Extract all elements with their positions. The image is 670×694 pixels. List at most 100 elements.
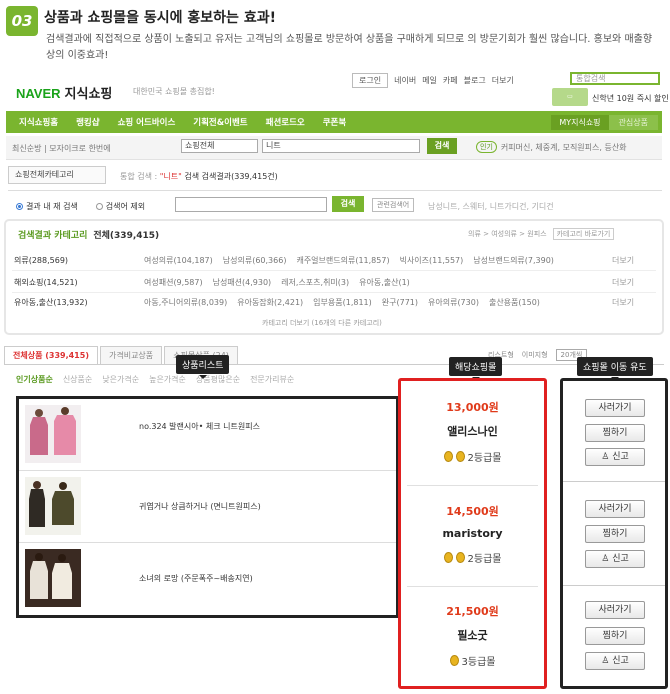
category-item[interactable]: 유아동잡화(2,421) [237,297,313,308]
product-thumbnail[interactable] [25,405,81,463]
related-keyword-label: 관련검색어 [372,198,415,212]
promo-banner-icon[interactable]: ▭ [552,88,588,106]
product-name[interactable]: no.324 발랜시아• 체크 니트원피스 [139,421,260,432]
wish-button[interactable]: 찜하기 [585,627,645,645]
category-item[interactable]: 유아의류(730) [428,297,489,308]
search-input[interactable]: 니트 [262,139,420,153]
more-categories-link[interactable]: 카테고리 더보기 (16개의 다른 카테고리) [262,318,382,328]
category-item[interactable]: 캐주얼브랜드의류(11,857) [296,255,399,266]
sort-low-price[interactable]: 낮은가격순 [102,374,139,385]
category-item[interactable]: 여성의류(104,187) [144,255,223,266]
nav-item-advice[interactable]: 쇼핑 어드바이스 [109,116,185,128]
wish-button[interactable]: 찜하기 [585,424,645,442]
product-name[interactable]: 소녀의 로망 (주문폭주~배송지연) [139,573,253,584]
radio-refine-within[interactable]: 결과 내 재 검색 [16,201,78,212]
category-shortcut-button[interactable]: 카테고리 바로가기 [552,228,615,240]
product-row[interactable]: no.324 발랜시아• 체크 니트원피스 [19,399,396,471]
buy-button[interactable]: 사러가기 [585,500,645,518]
category-item[interactable]: 남성패션(4,930) [213,277,282,288]
medal-icon [455,451,465,462]
recent-searches[interactable]: 최신순방 | 모자이크로 한번에 [12,143,111,154]
report-button[interactable]: ♙ 신고 [585,448,645,466]
sort-high-price[interactable]: 높은가격순 [149,374,186,385]
wishlist-button[interactable]: 관심상품 [608,114,658,130]
related-keywords[interactable]: 남성니트, 스웨터, 니트가디건, 기디건 [428,201,554,212]
category-item[interactable]: 빅사이즈(11,557) [400,255,474,266]
toplink-blog[interactable]: 블로그 [464,75,486,86]
category-item[interactable]: 완구(771) [382,297,428,308]
sort-expert[interactable]: 전문가리뷰순 [250,374,294,385]
toplink-cafe[interactable]: 카페 [443,75,458,86]
medal-icon [455,552,465,563]
search-button[interactable]: 검색 [427,138,457,154]
callout-visit: 쇼핑몰 이동 유도 [577,357,653,381]
mall-name[interactable]: 필소굿 [401,627,544,643]
category-item[interactable]: 레저,스포츠,취미(3) [281,277,359,288]
seller-entry: 21,500원 필소굿 3등급몰 [401,603,544,668]
sort-popular[interactable]: 인기상품순 [16,374,53,385]
refine-search-button[interactable]: 검색 [332,196,364,212]
category-more-link[interactable]: 더보기 [612,297,634,308]
category-head[interactable]: 유아동,출산(13,932) [14,297,144,308]
report-button[interactable]: ♙ 신고 [585,652,645,670]
promo-text[interactable]: 신학년 10원 즉시 할인 [592,93,669,104]
price: 21,500원 [446,605,499,618]
buy-button[interactable]: 사러가기 [585,601,645,619]
popular-keywords: 인기 커피머신, 체중계, 모직원피스, 등산화 [476,141,627,153]
tab-price-compare[interactable]: 가격비교상품 [99,346,163,364]
category-item[interactable]: 유아동,출산(1) [359,277,420,288]
tab-all-products[interactable]: 전체상품 (339,415) [4,346,98,364]
popular-label: 인기 [476,141,497,153]
product-name[interactable]: 귀엽거나 상큼하거나 (면니트원피스) [139,501,261,512]
popular-words[interactable]: 커피머신, 체중계, 모직원피스, 등산화 [501,142,627,153]
divider [12,270,656,271]
category-more-link[interactable]: 더보기 [612,255,634,266]
product-thumbnail[interactable] [25,549,81,607]
category-item[interactable]: 남성브랜드의류(7,390) [473,255,564,266]
sort-new[interactable]: 신상품순 [63,374,92,385]
buy-button[interactable]: 사러가기 [585,399,645,417]
divider [407,586,538,587]
category-item[interactable]: 임부용품(1,811) [313,297,382,308]
naver-logo[interactable]: NAVER 지식쇼핑 [16,83,112,102]
divider [563,481,665,482]
nav-item-home[interactable]: 지식쇼핑홈 [10,116,67,128]
search-category-select[interactable]: 쇼핑전체 [181,139,258,153]
toplink-naver[interactable]: 네이버 [394,75,416,86]
mall-grade: 3등급몰 [401,653,544,668]
category-select[interactable]: 쇼핑전체카테고리 [8,166,106,184]
category-item[interactable]: 아동,주니어의류(8,039) [144,297,237,308]
divider [4,364,664,365]
mall-action-box: 사러가기 찜하기 ♙ 신고 사러가기 찜하기 ♙ 신고 사러가기 찜하기 ♙ 신… [560,378,668,689]
radio-exclude[interactable]: 검색어 제외 [95,201,145,212]
nav-item-ranking[interactable]: 랭킹샵 [67,116,108,128]
nav-item-fashion[interactable]: 패션로드오 [257,116,314,128]
product-row[interactable]: 소녀의 로망 (주문폭주~배송지연) [19,543,396,615]
wish-button[interactable]: 찜하기 [585,525,645,543]
category-head[interactable]: 의류(288,569) [14,255,144,266]
toplink-mail[interactable]: 메일 [422,75,437,86]
mall-name[interactable]: maristory [401,527,544,540]
nav-item-coupon[interactable]: 쿠폰북 [314,116,355,128]
category-item[interactable]: 여성패션(9,587) [144,277,213,288]
category-path: 의류 > 여성의류 > 원피스 카테고리 바로가기 [468,228,615,240]
category-path-text[interactable]: 의류 > 여성의류 > 원피스 [468,229,547,239]
medal-icon [443,451,453,462]
report-button[interactable]: ♙ 신고 [585,550,645,568]
refine-options: 결과 내 재 검색 검색어 제외 [16,201,145,212]
seller-entry: 13,000원 앨리스나인 2등급몰 [401,399,544,464]
view-image[interactable]: 이미지형 [522,350,548,360]
category-more-link[interactable]: 더보기 [612,277,634,288]
toplink-more[interactable]: 더보기 [492,75,514,86]
my-shopping-button[interactable]: MY지식쇼핑 [551,114,609,130]
category-item[interactable]: 남성의류(60,366) [223,255,297,266]
refine-input[interactable] [175,197,327,212]
product-thumbnail[interactable] [25,477,81,535]
login-button[interactable]: 로그인 [352,73,389,88]
mall-name[interactable]: 앨리스나인 [401,423,544,439]
nav-item-events[interactable]: 기획전&이벤트 [184,116,256,128]
product-row[interactable]: 귀엽거나 상큼하거나 (면니트원피스) [19,471,396,543]
top-search-input[interactable]: 통합검색 [570,72,660,85]
category-head[interactable]: 해외쇼핑(14,521) [14,277,144,288]
category-item[interactable]: 출산용품(150) [489,297,550,308]
